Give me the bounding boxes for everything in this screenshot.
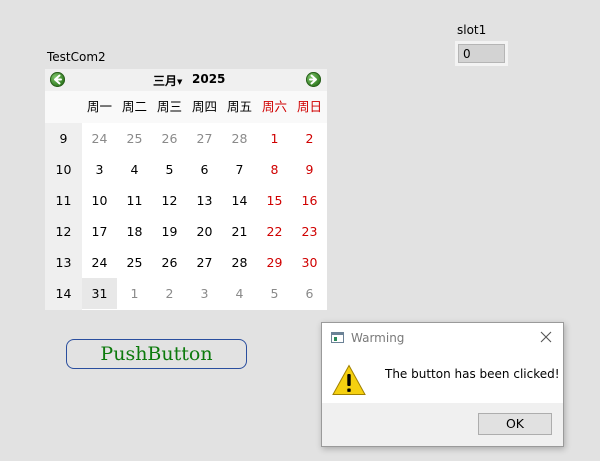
week-number: 10 bbox=[55, 162, 72, 177]
warning-dialog: Warming The button has been clicked! OK bbox=[321, 322, 564, 447]
warning-icon bbox=[332, 364, 366, 395]
push-button[interactable]: PushButton bbox=[66, 339, 247, 369]
calendar-day[interactable]: 1 bbox=[257, 123, 292, 154]
calendar-navigation-bar: 三月 ▼ 2025 bbox=[45, 69, 327, 91]
weekday-header: 周二 bbox=[121, 99, 147, 114]
weekday-header: 周日 bbox=[296, 99, 322, 114]
arrow-left-icon[interactable] bbox=[50, 72, 65, 87]
calendar-day[interactable]: 4 bbox=[117, 154, 152, 185]
window-icon bbox=[331, 332, 344, 343]
calendar-title: TestCom2 bbox=[47, 50, 106, 64]
calendar-day[interactable]: 15 bbox=[257, 185, 292, 216]
calendar-day[interactable]: 31 bbox=[82, 278, 117, 309]
calendar-day[interactable]: 16 bbox=[292, 185, 327, 216]
week-number: 11 bbox=[55, 193, 72, 208]
year-selector[interactable]: 2025 bbox=[192, 72, 225, 86]
arrow-right-icon[interactable] bbox=[306, 72, 321, 87]
calendar-day[interactable]: 9 bbox=[292, 154, 327, 185]
week-number: 14 bbox=[55, 286, 72, 301]
weekday-header-row: 周一 周二 周三 周四 周五 周六 周日 bbox=[45, 91, 327, 123]
calendar-day[interactable]: 7 bbox=[222, 154, 257, 185]
chevron-down-icon[interactable]: ▼ bbox=[177, 79, 182, 86]
dialog-title: Warming bbox=[351, 331, 405, 345]
calendar-day[interactable]: 29 bbox=[257, 247, 292, 278]
dialog-titlebar: Warming bbox=[322, 323, 563, 353]
calendar-day-other-month[interactable]: 5 bbox=[257, 278, 292, 309]
calendar-day[interactable]: 3 bbox=[82, 154, 117, 185]
calendar-day[interactable]: 11 bbox=[117, 185, 152, 216]
week-number: 13 bbox=[55, 255, 72, 270]
week-number: 12 bbox=[55, 224, 72, 239]
calendar-day-other-month[interactable]: 2 bbox=[152, 278, 187, 309]
weekday-header: 周四 bbox=[191, 99, 217, 114]
weekday-header: 周一 bbox=[86, 99, 112, 114]
calendar-day[interactable]: 30 bbox=[292, 247, 327, 278]
calendar-day[interactable]: 5 bbox=[152, 154, 187, 185]
calendar-day[interactable]: 22 bbox=[257, 216, 292, 247]
calendar-day-other-month[interactable]: 24 bbox=[82, 123, 117, 154]
close-icon[interactable] bbox=[540, 331, 552, 343]
calendar-day-other-month[interactable]: 6 bbox=[292, 278, 327, 309]
calendar-day[interactable]: 8 bbox=[257, 154, 292, 185]
calendar-day-other-month[interactable]: 26 bbox=[152, 123, 187, 154]
calendar-day-other-month[interactable]: 1 bbox=[117, 278, 152, 309]
calendar-day-other-month[interactable]: 4 bbox=[222, 278, 257, 309]
calendar-day[interactable]: 2 bbox=[292, 123, 327, 154]
calendar-day[interactable]: 14 bbox=[222, 185, 257, 216]
calendar-day[interactable]: 19 bbox=[152, 216, 187, 247]
dialog-content: The button has been clicked! bbox=[322, 353, 563, 403]
weekday-header: 周五 bbox=[226, 99, 252, 114]
calendar-day[interactable]: 27 bbox=[187, 247, 222, 278]
weekday-header: 周六 bbox=[261, 99, 287, 114]
week-number-column: 9 10 11 12 13 14 bbox=[45, 123, 82, 310]
slot1-label: slot1 bbox=[457, 23, 487, 37]
dialog-message: The button has been clicked! bbox=[385, 367, 560, 381]
calendar-day-other-month[interactable]: 3 bbox=[187, 278, 222, 309]
month-selector[interactable]: 三月 bbox=[153, 72, 177, 89]
calendar-day-other-month[interactable]: 25 bbox=[117, 123, 152, 154]
slot1-value-field: 0 bbox=[455, 41, 508, 66]
calendar-widget[interactable]: 三月 ▼ 2025 周一 周二 周三 周四 周五 周六 周日 24 25 26 27 28 1 2 3 4 5… bbox=[45, 69, 327, 310]
calendar-day[interactable]: 28 bbox=[222, 247, 257, 278]
dialog-button-bar: OK bbox=[322, 403, 563, 446]
calendar-day-other-month[interactable]: 27 bbox=[187, 123, 222, 154]
calendar-day-other-month[interactable]: 28 bbox=[222, 123, 257, 154]
calendar-grid: 24 25 26 27 28 1 2 3 4 5 6 7 8 9 10 11 12 13 14 15 16 17 18 19 2… bbox=[45, 123, 327, 310]
calendar-day[interactable]: 21 bbox=[222, 216, 257, 247]
calendar-day[interactable]: 6 bbox=[187, 154, 222, 185]
calendar-day[interactable]: 20 bbox=[187, 216, 222, 247]
calendar-day[interactable]: 23 bbox=[292, 216, 327, 247]
calendar-day[interactable]: 10 bbox=[82, 185, 117, 216]
calendar-day[interactable]: 12 bbox=[152, 185, 187, 216]
calendar-day[interactable]: 18 bbox=[117, 216, 152, 247]
weekday-header: 周三 bbox=[156, 99, 182, 114]
week-number: 9 bbox=[59, 131, 68, 146]
calendar-day[interactable]: 13 bbox=[187, 185, 222, 216]
ok-button[interactable]: OK bbox=[478, 413, 552, 435]
calendar-day[interactable]: 26 bbox=[152, 247, 187, 278]
calendar-day[interactable]: 17 bbox=[82, 216, 117, 247]
calendar-day[interactable]: 25 bbox=[117, 247, 152, 278]
calendar-day[interactable]: 24 bbox=[82, 247, 117, 278]
